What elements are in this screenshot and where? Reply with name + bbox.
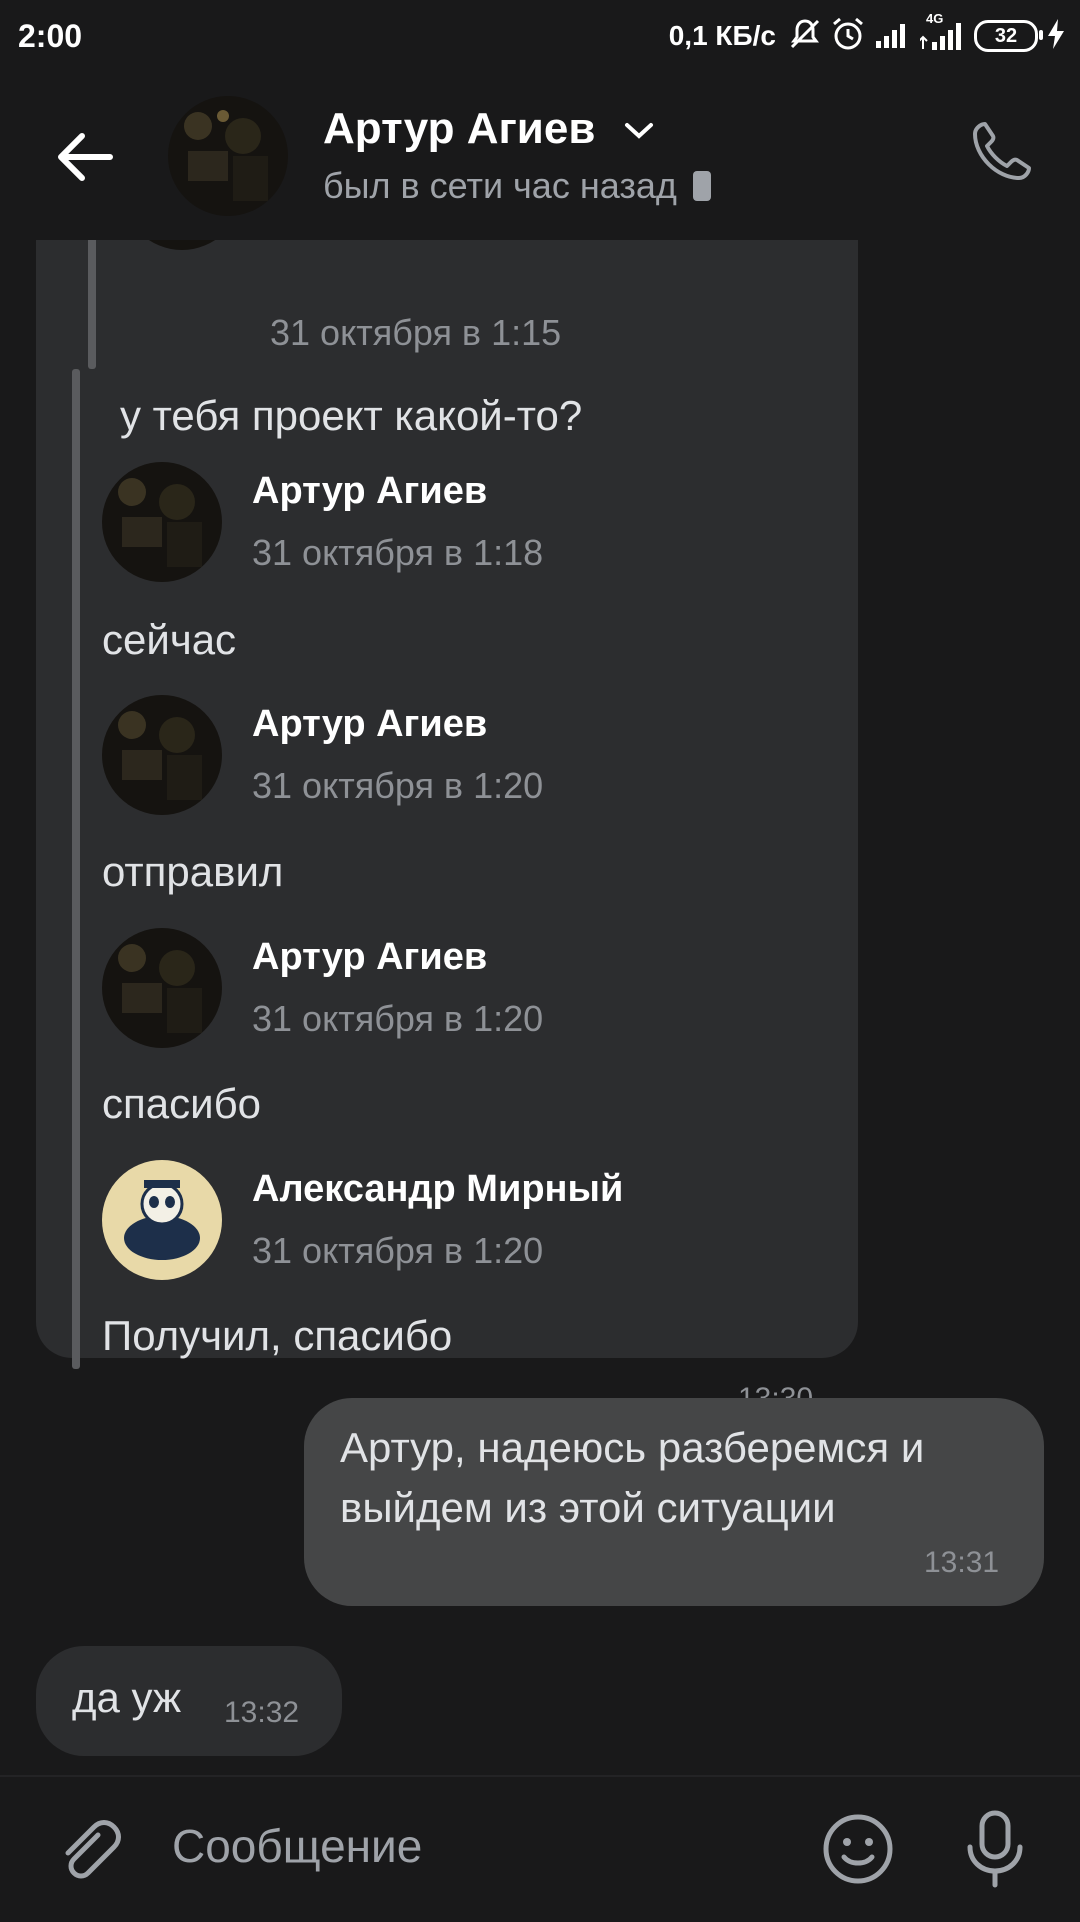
forwarded-date: 31 октября в 1:18 [252, 532, 544, 573]
signal-icon [874, 19, 912, 54]
forwarded-date: 31 октября в 1:20 [252, 765, 544, 806]
status-icons: 0,1 КБ/с 4G 32 [668, 11, 1066, 58]
forwarded-text: сейчас [102, 616, 237, 663]
forwarded-text: отправил [102, 848, 284, 895]
avatar[interactable] [102, 695, 222, 815]
mute-icon [788, 17, 822, 56]
avatar[interactable] [102, 462, 222, 582]
forwarded-author: Артур Агиев [252, 470, 488, 512]
avatar[interactable] [102, 928, 222, 1048]
avatar [122, 240, 242, 250]
contact-name[interactable]: Артур Агиев [323, 104, 595, 154]
attach-icon [65, 1820, 121, 1879]
message-time: 13:31 [924, 1546, 1000, 1579]
last-seen-text: был в сети час назад [323, 165, 677, 206]
mobile-device-icon [692, 171, 711, 201]
message-input[interactable]: Сообщение [172, 1819, 422, 1873]
message-text: да уж [72, 1674, 182, 1721]
network-speed: 0,1 КБ/с [668, 20, 776, 51]
chat-header: Артур Агиев был в сети час назад [0, 72, 1080, 240]
chevron-down-icon[interactable] [622, 118, 656, 147]
forwarded-messages-bubble[interactable]: 31 октября в 1:15 у тебя проект какой-то… [36, 240, 858, 1415]
emoji-button[interactable] [822, 1813, 894, 1885]
forwarded-date: 31 октября в 1:15 [270, 312, 562, 353]
status-bar: 2:00 0,1 КБ/с 4G 32 [0, 0, 1080, 72]
forwarded-text: у тебя проект какой-то? [120, 392, 583, 439]
message-text-line-2: выйдем из этой ситуации [340, 1484, 836, 1531]
avatar[interactable] [102, 1160, 222, 1280]
network-type: 4G [926, 10, 944, 26]
forwarded-author: Александр Мирный [252, 1168, 624, 1210]
attach-button[interactable] [52, 1815, 124, 1887]
forwarded-text: Получил, спасибо [102, 1312, 453, 1359]
forwarded-date: 31 октября в 1:20 [252, 1230, 544, 1271]
contact-status: был в сети час назад [323, 165, 713, 207]
message-composer: Сообщение [0, 1775, 1080, 1922]
status-time: 2:00 [18, 18, 83, 54]
call-button[interactable] [965, 116, 1037, 188]
emoji-icon [823, 1814, 893, 1884]
back-button[interactable] [50, 122, 120, 192]
quote-line [72, 369, 80, 1369]
contact-avatar[interactable] [168, 96, 288, 216]
phone-icon [973, 122, 1031, 180]
forwarded-author: Артур Агиев [252, 936, 488, 978]
message-time: 13:32 [224, 1696, 300, 1729]
back-arrow-icon [58, 133, 113, 181]
battery-level: 32 [994, 24, 1018, 47]
signal-4g-icon: 4G [918, 11, 966, 56]
forwarded-text: спасибо [102, 1080, 261, 1127]
alarm-icon [830, 16, 866, 57]
message-text-line-1: Артур, надеюсь разберемся и [340, 1424, 925, 1471]
battery-icon: 32 [974, 20, 1043, 52]
forwarded-author: Артур Агиев [252, 703, 488, 745]
message-list[interactable]: 31 октября в 1:15 у тебя проект какой-то… [0, 240, 1080, 1775]
incoming-message[interactable]: да уж 13:32 [36, 1646, 342, 1756]
charging-icon [1046, 18, 1066, 55]
quote-line [88, 240, 96, 369]
outgoing-message[interactable]: Артур, надеюсь разберемся и выйдем из эт… [304, 1398, 1044, 1606]
voice-message-button[interactable] [962, 1809, 1028, 1889]
forwarded-date: 31 октября в 1:20 [252, 998, 544, 1039]
microphone-icon [967, 1810, 1023, 1888]
